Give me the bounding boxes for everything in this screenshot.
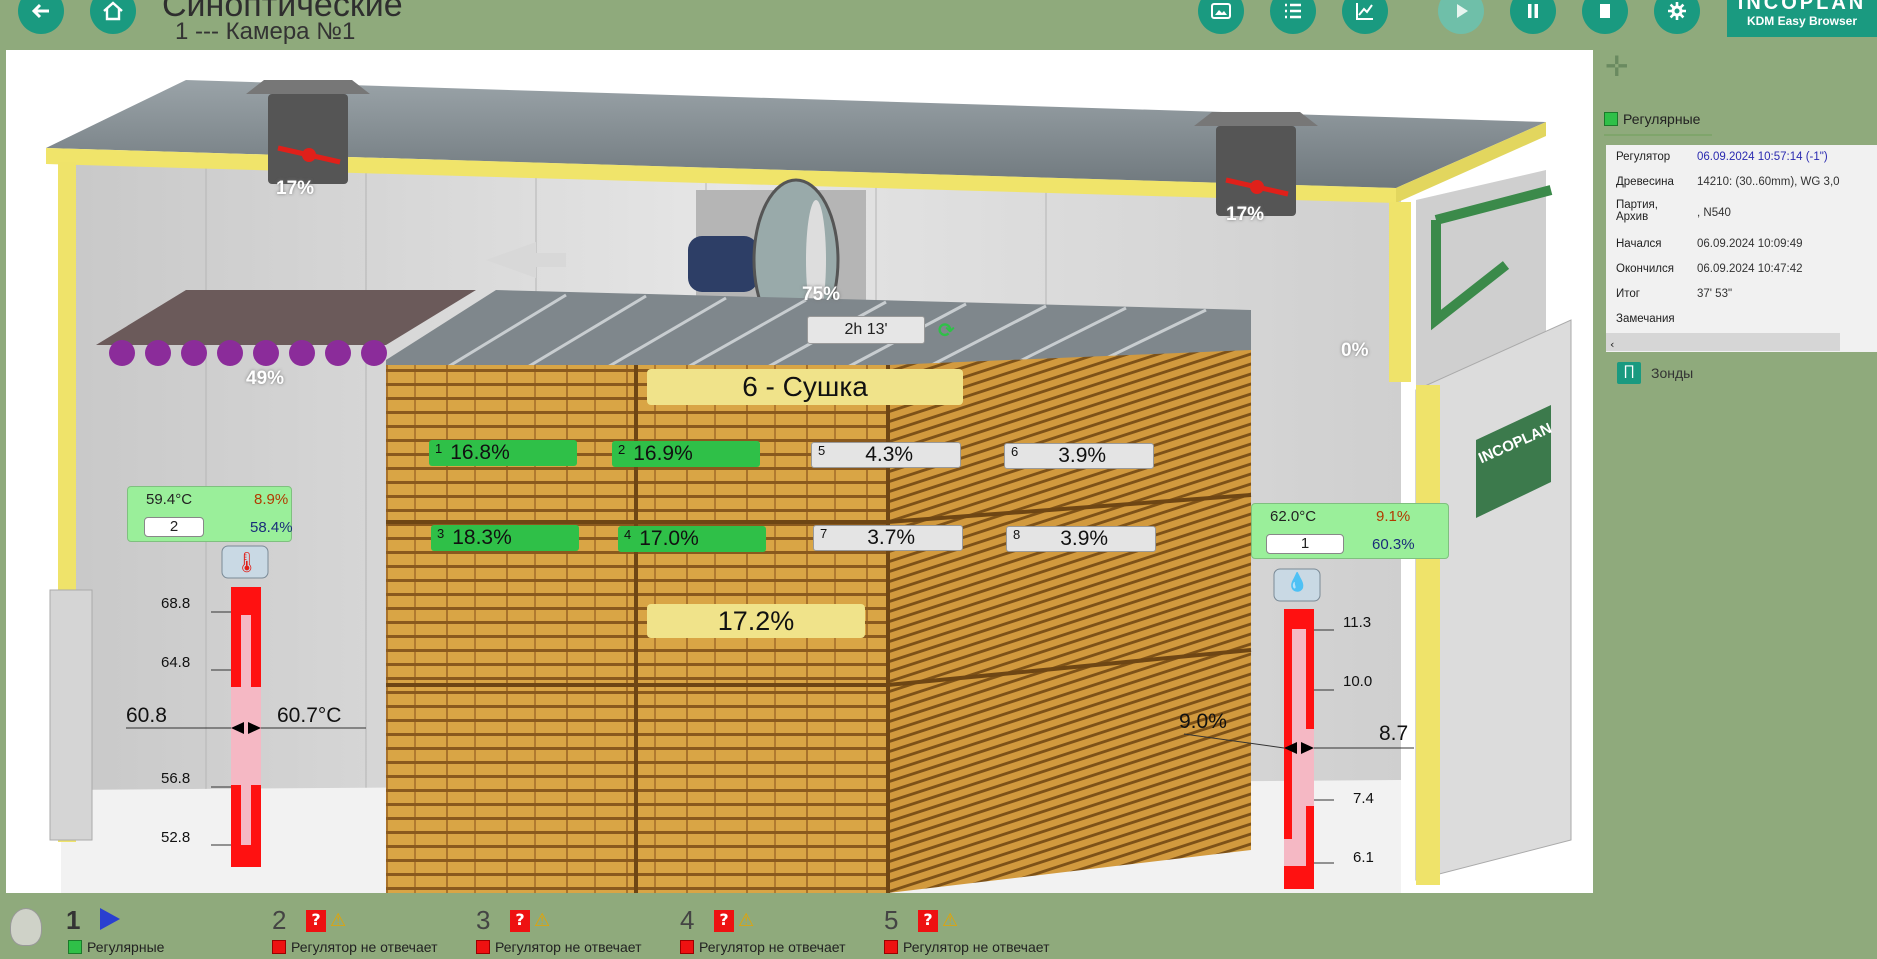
sensor-id-right[interactable]: 1 [1266,534,1344,554]
pause-button[interactable] [1510,0,1556,34]
probe-2[interactable]: 2 16.9% [612,441,760,467]
chamber-1-status[interactable]: Регулярные [68,939,164,955]
left-gauge-tick: 56.8 [161,770,191,787]
right-gauge-setpoint: 9.0% [1179,710,1227,733]
climate-box-left[interactable]: 59.4°C 8.9% 2 58.4% [127,486,293,542]
left-gauge-tick: 64.8 [161,654,191,671]
arrow-left-icon [31,3,49,19]
chamber-2-status[interactable]: Регулятор не отвечает [272,939,438,955]
move-handle-icon[interactable]: ✛ [1605,50,1628,83]
climate-box-right[interactable]: 62.0°C 9.1% 1 60.3% [1251,503,1449,559]
home-icon [103,1,123,21]
left-gauge-actual: 60.7°C [277,704,342,727]
cycle-icon: ⟳ [938,318,955,342]
kiln-illustration [46,80,1572,893]
warning-icon: ⚠ [738,910,755,931]
right-gauge-tick: 10.0 [1343,673,1373,690]
probe-7[interactable]: 7 3.7% [813,525,963,551]
probes-section[interactable]: ∏ Зонды [1617,362,1693,384]
chamber-2-number[interactable]: 2 [272,905,286,936]
question-icon: ? [918,910,938,932]
gear-icon [1668,2,1686,20]
picture-icon [1211,3,1231,19]
chamber-4-number[interactable]: 4 [680,905,694,936]
vent-left-value: 17% [276,178,315,199]
line-chart-icon [1356,3,1373,20]
question-icon: ? [306,910,326,932]
chamber-5-status[interactable]: Регулятор не отвечает [884,939,1050,955]
heater-value: 49% [246,368,285,389]
brand-logo: INCOPLAN KDM Easy Browser [1727,0,1877,37]
chart-view-button[interactable] [1342,0,1388,34]
chamber-3-status[interactable]: Регулятор не отвечает [476,939,642,955]
chamber-4-status[interactable]: Регулятор не отвечает [680,939,846,955]
right-gauge-actual: 8.7 [1379,722,1409,745]
home-button[interactable] [90,0,136,34]
info-table: Регулятор 06.09.2024 10:57:14 (-1") Древе… [1606,145,1877,352]
warning-icon: ⚠ [942,910,959,931]
thermometer-icon: 🌡 [234,550,260,574]
question-icon: ? [510,910,530,932]
chamber-5-number[interactable]: 5 [884,905,898,936]
probe-5[interactable]: 5 4.3% [811,442,961,468]
settings-button[interactable] [1654,0,1700,34]
right-gauge-tick: 6.1 [1353,849,1374,866]
question-icon: ? [714,910,734,932]
play-button[interactable] [1438,0,1484,34]
left-gauge-tick: 52.8 [161,829,191,846]
chamber-1-number[interactable]: 1 [66,905,80,936]
play-icon [1457,4,1468,18]
probe-8[interactable]: 8 3.9% [1006,526,1156,552]
left-gauge-tick: 68.8 [161,595,191,612]
warning-icon: ⚠ [534,910,551,931]
right-gauge-tick: 7.4 [1353,790,1374,807]
list-icon [1285,3,1301,19]
chamber-3-number[interactable]: 3 [476,905,490,936]
probes-icon: ∏ [1617,362,1641,384]
humidity-icon: 💧 [1286,572,1309,593]
tab-regular[interactable]: Регулярные [1604,104,1712,136]
warning-icon: ⚠ [330,910,347,931]
list-view-button[interactable] [1270,0,1316,34]
probe-1[interactable]: 1 16.8% [429,440,577,466]
probe-6[interactable]: 6 3.9% [1004,443,1154,469]
lightbulb-icon[interactable] [10,908,42,946]
chevron-left-icon: ‹ [1610,338,1615,351]
sensor-id-left[interactable]: 2 [144,517,204,537]
probe-4[interactable]: 4 17.0% [618,526,766,552]
play-arrow-icon [100,908,120,930]
spray-value: 0% [1341,340,1369,361]
probe-3[interactable]: 3 18.3% [431,525,579,551]
phase-label: 6 - Сушка [647,369,963,405]
back-button[interactable] [18,0,64,34]
right-gauge-tick: 11.3 [1343,614,1372,631]
vent-right-value: 17% [1226,204,1265,225]
pause-icon [1528,4,1538,18]
status-ok-icon [1604,112,1618,126]
synoptic-view-button[interactable] [1198,0,1244,34]
kiln-synoptic-view: 17% 17% 75% 49% 0% 2h 13' ⟳ 6 - Сушка 17… [6,50,1593,893]
info-table-scrollbar[interactable]: ‹ [1606,333,1840,351]
phase-timer: 2h 13' [807,316,925,344]
stop-button[interactable] [1582,0,1628,34]
stop-icon [1600,4,1610,18]
page-subtitle: 1 --- Камера №1 [175,18,356,45]
fan-speed-value: 75% [802,284,841,305]
left-gauge-setpoint: 60.8 [126,704,167,727]
average-moisture: 17.2% [647,604,865,638]
